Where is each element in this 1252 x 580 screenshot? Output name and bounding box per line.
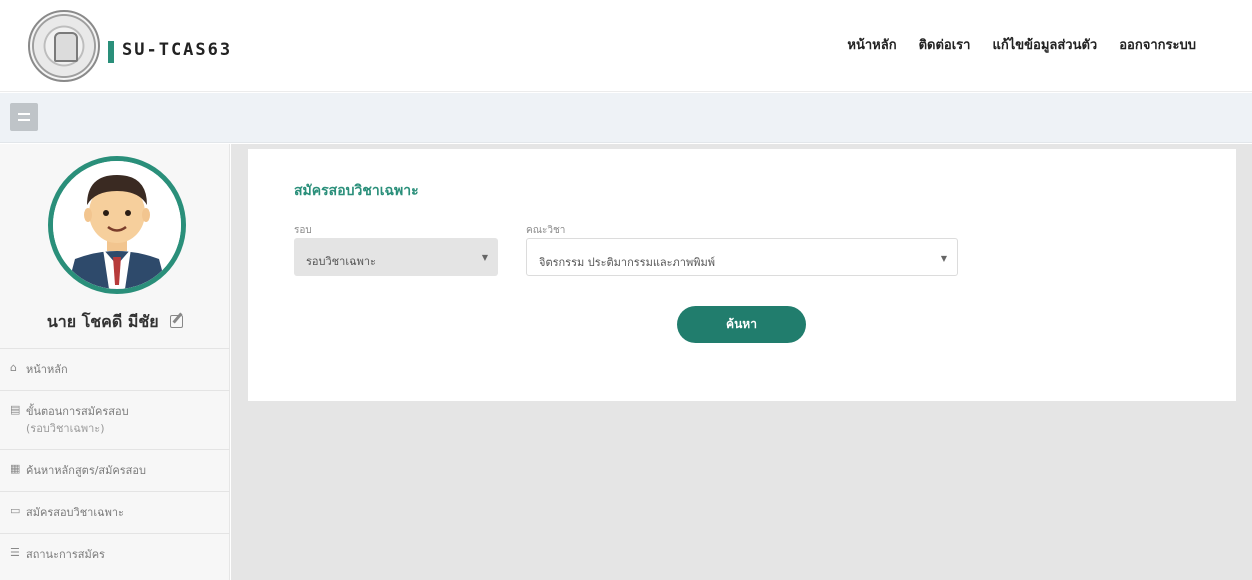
- course-icon: ▦: [10, 462, 21, 475]
- sidebar-item-label: ขั้นตอนการสมัครสอบ: [26, 405, 129, 418]
- sidebar-item-label: สถานะการสมัคร: [26, 548, 105, 561]
- document-icon: ▤: [10, 403, 21, 416]
- top-nav: หน้าหลัก ติดต่อเรา แก้ไขข้อมูลส่วนตัว ออ…: [847, 34, 1196, 55]
- nav-logout-link[interactable]: ออกจากระบบ: [1119, 34, 1196, 55]
- top-header: SU-TCAS63 หน้าหลัก ติดต่อเรา แก้ไขข้อมูล…: [0, 0, 1252, 92]
- list-icon: ☰: [10, 546, 20, 559]
- main-content: สมัครสอบวิชาเฉพาะ รอบ รอบวิชาเฉพาะ ▼ คณะ…: [231, 144, 1252, 580]
- search-button[interactable]: ค้นหา: [677, 306, 806, 343]
- user-avatar: [48, 156, 186, 294]
- exam-apply-card: สมัครสอบวิชาเฉพาะ รอบ รอบวิชาเฉพาะ ▼ คณะ…: [248, 149, 1236, 401]
- page-title: สมัครสอบวิชาเฉพาะ: [294, 183, 419, 199]
- side-menu: ⌂ หน้าหลัก ▤ ขั้นตอนการสมัครสอบ (รอบวิชา…: [0, 348, 230, 575]
- hamburger-icon: [18, 113, 30, 121]
- round-select-value: รอบวิชาเฉพาะ: [306, 255, 376, 268]
- profile-name-row: นาย โชคดี มีชัย: [0, 310, 230, 335]
- monitor-icon: ▭: [10, 504, 21, 517]
- brand-title[interactable]: SU-TCAS63: [122, 40, 232, 60]
- nav-contact-link[interactable]: ติดต่อเรา: [919, 34, 971, 55]
- faculty-select[interactable]: จิตรกรรม ประติมากรรมและภาพพิมพ์ ▼: [526, 238, 958, 276]
- dropdown-caret-icon: ▼: [481, 253, 488, 262]
- nav-edit-profile-link[interactable]: แก้ไขข้อมูลส่วนตัว: [992, 34, 1097, 55]
- home-icon: ⌂: [10, 361, 17, 374]
- round-label: รอบ: [294, 225, 312, 236]
- faculty-select-value: จิตรกรรม ประติมากรรมและภาพพิมพ์: [539, 256, 715, 269]
- sidebar-item-label: สมัครสอบวิชาเฉพาะ: [26, 506, 124, 519]
- sidebar-item-application-status[interactable]: ☰ สถานะการสมัคร: [0, 533, 230, 575]
- sidebar-item-label: หน้าหลัก: [26, 363, 68, 376]
- menu-toggle-button[interactable]: [10, 103, 38, 131]
- sidebar: นาย โชคดี มีชัย ⌂ หน้าหลัก ▤ ขั้นตอนการส…: [0, 144, 230, 580]
- sidebar-item-course-search[interactable]: ▦ ค้นหาหลักสูตร/สมัครสอบ: [0, 449, 230, 491]
- sidebar-item-home[interactable]: ⌂ หน้าหลัก: [0, 348, 230, 390]
- boy-avatar-icon: [53, 161, 181, 289]
- brand-accent-bar: [108, 41, 114, 63]
- faculty-label: คณะวิชา: [526, 225, 566, 236]
- edit-profile-icon[interactable]: [170, 315, 184, 328]
- profile-name: นาย โชคดี มีชัย: [46, 312, 159, 331]
- university-logo-icon[interactable]: [28, 10, 100, 82]
- sidebar-item-label: ค้นหาหลักสูตร/สมัครสอบ: [26, 464, 146, 477]
- sidebar-item-application-steps[interactable]: ▤ ขั้นตอนการสมัครสอบ (รอบวิชาเฉพาะ): [0, 390, 230, 449]
- round-select[interactable]: รอบวิชาเฉพาะ ▼: [294, 238, 498, 276]
- dropdown-caret-icon: ▼: [940, 254, 947, 263]
- sidebar-item-apply-exam[interactable]: ▭ สมัครสอบวิชาเฉพาะ: [0, 491, 230, 533]
- toolbar-strip: [0, 93, 1252, 143]
- sidebar-item-sublabel: (รอบวิชาเฉพาะ): [26, 422, 105, 435]
- nav-home-link[interactable]: หน้าหลัก: [847, 34, 896, 55]
